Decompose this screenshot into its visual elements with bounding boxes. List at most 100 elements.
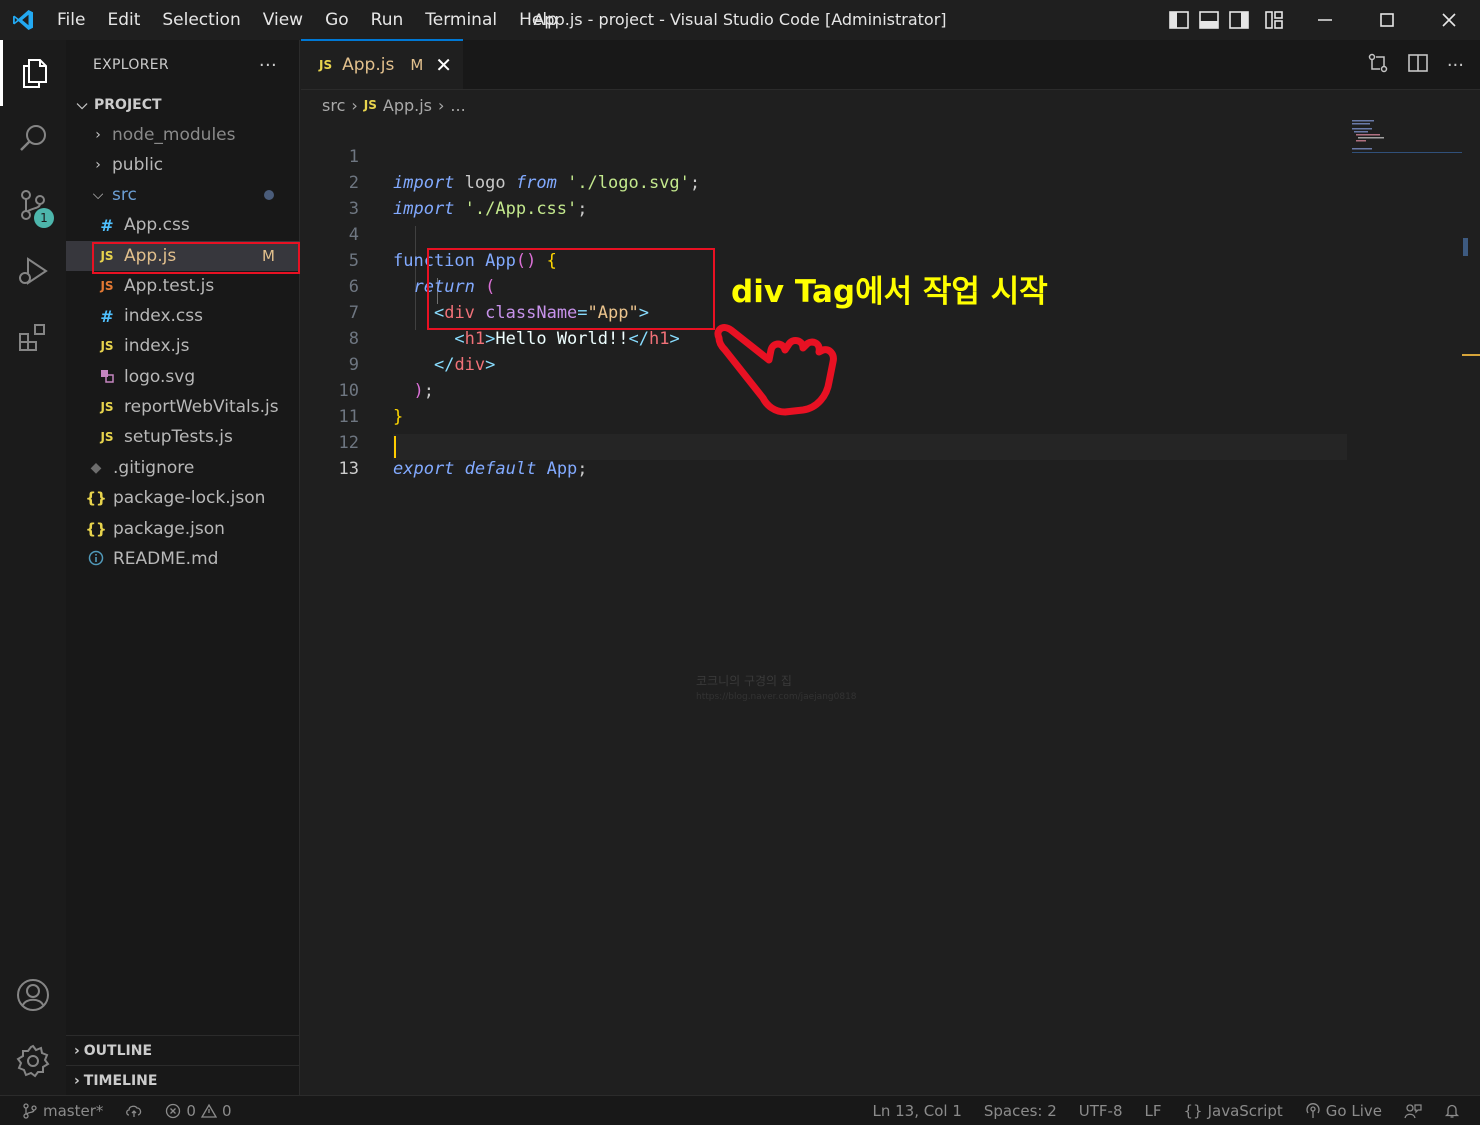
tree-item-label: setupTests.js [124, 427, 233, 447]
tree-item-setup-tests-js[interactable]: JS setupTests.js [66, 422, 300, 452]
open-changes-button[interactable] [1367, 52, 1389, 78]
branch-status[interactable]: master* [22, 1102, 103, 1120]
notifications-button[interactable] [1444, 1103, 1460, 1119]
explorer-header: EXPLORER ··· [66, 40, 299, 90]
tree-item-app-test-js[interactable]: JS App.test.js [66, 271, 300, 301]
tree-item-package-json[interactable]: {} package.json [66, 514, 300, 544]
run-debug-activity-button[interactable] [0, 238, 66, 304]
account-icon [17, 979, 49, 1011]
timeline-section-header[interactable]: › TIMELINE [66, 1065, 300, 1095]
source-control-badge: 1 [34, 208, 54, 228]
breadcrumb-file[interactable]: App.js [383, 96, 432, 115]
tree-item-src[interactable]: ⌵ src [66, 180, 300, 210]
scrollbar-thumb[interactable] [1463, 238, 1468, 256]
feedback-button[interactable] [1404, 1103, 1422, 1119]
explorer-title: EXPLORER [93, 57, 169, 73]
menu-go[interactable]: Go [314, 0, 360, 40]
breadcrumb-folder[interactable]: src [322, 96, 345, 115]
code-line: 13 [301, 430, 1361, 479]
breadcrumb-symbol[interactable]: ... [450, 96, 465, 115]
extensions-activity-button[interactable] [0, 304, 66, 370]
more-actions-button[interactable]: ··· [1447, 55, 1464, 76]
tab-app-js[interactable]: JS App.js M ✕ [301, 39, 463, 89]
title-bar: File Edit Selection View Go Run Terminal… [0, 0, 1480, 40]
maximize-icon [1380, 13, 1394, 27]
minimize-icon [1318, 19, 1332, 21]
menu-terminal[interactable]: Terminal [414, 0, 508, 40]
menu-help[interactable]: Help [508, 0, 569, 40]
tree-item-logo-svg[interactable]: logo.svg [66, 362, 300, 392]
tree-item-label: App.css [124, 215, 190, 235]
indentation-status[interactable]: Spaces: 2 [984, 1102, 1057, 1120]
menu-selection[interactable]: Selection [151, 0, 251, 40]
customize-layout-button[interactable] [1254, 0, 1294, 40]
cursor-position-status[interactable]: Ln 13, Col 1 [872, 1102, 961, 1120]
eol-status[interactable]: LF [1145, 1102, 1162, 1120]
maximize-button[interactable] [1356, 0, 1418, 40]
menu-view[interactable]: View [252, 0, 314, 40]
close-window-button[interactable] [1418, 0, 1480, 40]
code-line: 2 import './App.css'; [301, 144, 1361, 219]
accounts-activity-button[interactable] [0, 962, 66, 1028]
go-live-button[interactable]: Go Live [1305, 1102, 1382, 1120]
minimap[interactable] [1352, 118, 1462, 158]
close-icon [1442, 13, 1456, 27]
project-folder-label: PROJECT [94, 97, 162, 113]
tree-item-app-css[interactable]: # App.css [66, 210, 300, 240]
js-file-icon: JS [319, 58, 333, 72]
tab-modified-badge: M [410, 56, 424, 74]
tree-item-label: App.js [124, 246, 177, 266]
tree-item-index-js[interactable]: JS index.js [66, 331, 300, 361]
explorer-more-button[interactable]: ··· [259, 55, 277, 76]
tab-close-icon[interactable]: ✕ [435, 53, 452, 77]
compare-changes-icon [1368, 53, 1388, 73]
tree-item-label: src [112, 185, 137, 205]
chevron-right-icon: › [95, 157, 101, 173]
tree-item-package-lock-json[interactable]: {} package-lock.json [66, 483, 300, 513]
scrollbar-cursor-marker [1462, 354, 1480, 356]
json-file-icon: {} [85, 489, 107, 507]
search-activity-button[interactable] [0, 106, 66, 172]
tree-item-node-modules[interactable]: › node_modules [66, 120, 300, 150]
tree-item-index-css[interactable]: # index.css [66, 301, 300, 331]
outline-section-header[interactable]: › OUTLINE [66, 1035, 300, 1065]
encoding-status[interactable]: UTF-8 [1079, 1102, 1123, 1120]
chevron-right-icon: › [74, 1072, 80, 1089]
js-file-icon: JS [363, 98, 377, 112]
tree-item-readme-md[interactable]: README.md [66, 544, 300, 574]
split-editor-button[interactable] [1407, 52, 1429, 78]
minimize-button[interactable] [1294, 0, 1356, 40]
vscode-logo-icon [0, 0, 46, 40]
menu-edit[interactable]: Edit [96, 0, 151, 40]
git-file-icon: ◆ [90, 460, 102, 476]
braces-icon: {} [1183, 1102, 1203, 1120]
menu-file[interactable]: File [46, 0, 96, 40]
menu-run[interactable]: Run [360, 0, 415, 40]
bell-icon [1444, 1104, 1460, 1118]
tree-item-app-js[interactable]: JS App.js M [66, 241, 300, 271]
project-folder-header[interactable]: ⌵ PROJECT [66, 90, 300, 120]
manage-activity-button[interactable] [0, 1028, 66, 1094]
tree-item-label: package.json [113, 519, 225, 539]
toggle-primary-sidebar-button[interactable] [1164, 0, 1194, 40]
tree-item-label: index.css [124, 306, 203, 326]
source-control-activity-button[interactable]: 1 [0, 172, 66, 238]
problems-status[interactable]: 0 0 [165, 1102, 232, 1120]
menu-bar: File Edit Selection View Go Run Terminal… [46, 0, 569, 40]
tree-item-public[interactable]: › public [66, 150, 300, 180]
tree-item-label: README.md [113, 549, 219, 569]
activity-bar: 1 [0, 40, 66, 1095]
code-line: 1 import logo from './logo.svg'; [301, 118, 1361, 193]
breadcrumb-separator-icon: › [438, 95, 445, 115]
toggle-panel-button[interactable] [1194, 0, 1224, 40]
js-file-icon: JS [100, 339, 114, 353]
language-mode-status[interactable]: {} JavaScript [1184, 1102, 1283, 1120]
toggle-secondary-sidebar-button[interactable] [1224, 0, 1254, 40]
json-file-icon: {} [85, 520, 107, 538]
tree-item-gitignore[interactable]: ◆ .gitignore [66, 453, 300, 483]
tree-item-report-web-vitals-js[interactable]: JS reportWebVitals.js [66, 392, 300, 422]
explorer-activity-button[interactable] [0, 40, 66, 106]
sync-button[interactable] [125, 1103, 143, 1119]
broadcast-icon [1306, 1103, 1320, 1118]
customize-layout-icon [1265, 11, 1283, 29]
